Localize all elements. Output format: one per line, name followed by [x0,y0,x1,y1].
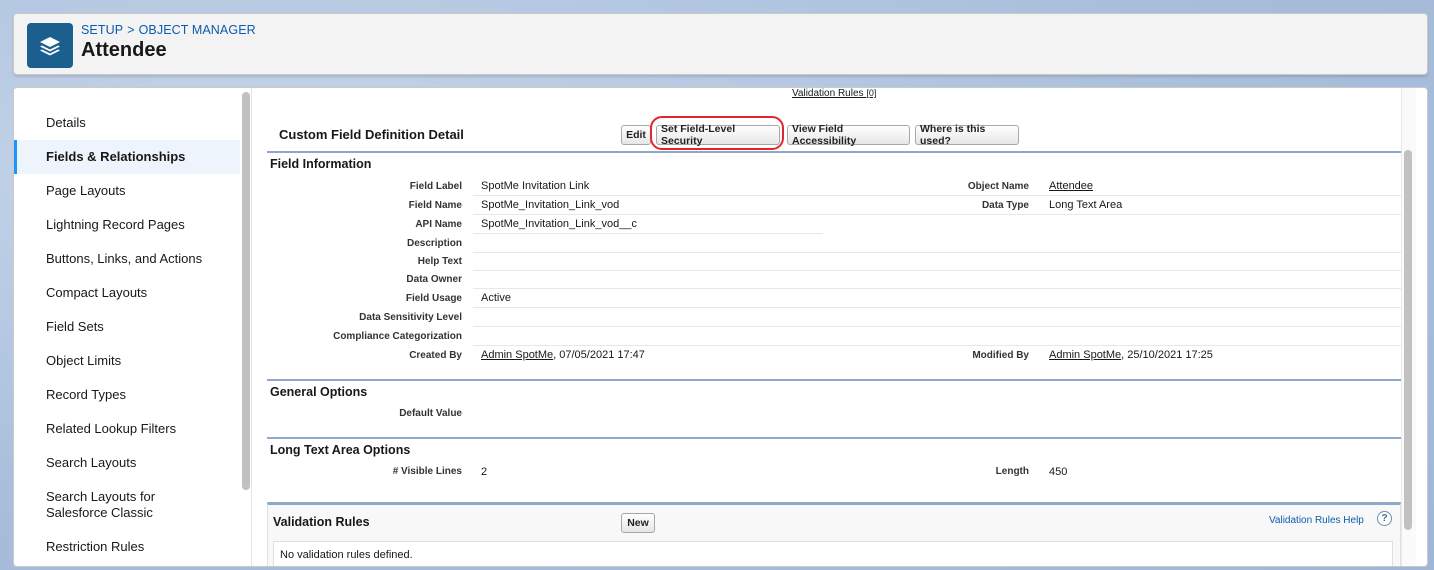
field-label-value: SpotMe Invitation Link [481,180,590,192]
section-divider [267,151,1403,153]
created-by-value: Admin SpotMe, 07/05/2021 17:47 [481,349,645,361]
sidebar-item-record-types[interactable]: Record Types [14,387,240,403]
modified-by-value: Admin SpotMe, 25/10/2021 17:25 [1049,349,1213,361]
long-text-options-heading: Long Text Area Options [270,443,411,457]
help-text-label: Help Text [417,256,462,267]
row-divider [473,270,1401,271]
validation-rules-link-label[interactable]: Validation Rules [792,88,864,99]
field-usage-value: Active [481,292,511,304]
modified-by-user-link[interactable]: Admin SpotMe [1049,349,1121,361]
modified-by-date: , 25/10/2021 17:25 [1121,349,1213,361]
data-owner-label: Data Owner [406,274,462,285]
view-field-accessibility-button[interactable]: View Field Accessibility [787,123,910,147]
object-manager-sidebar: Details Fields & Relationships Page Layo… [14,88,240,566]
sidebar-item-field-sets[interactable]: Field Sets [14,319,240,335]
validation-rules-help-link[interactable]: Validation Rules Help [1269,515,1364,526]
row-divider [473,288,1401,289]
breadcrumb-object-manager-link[interactable]: OBJECT MANAGER [139,23,256,37]
row-divider [473,326,1401,327]
breadcrumb-setup-link[interactable]: SETUP [81,23,123,37]
modified-by-label: Modified By [972,350,1029,361]
validation-rules-count: [0] [866,88,877,98]
field-usage-label: Field Usage [405,293,462,304]
row-divider [473,233,823,234]
sidebar-item-object-limits[interactable]: Object Limits [14,353,240,369]
sidebar-item-search-layouts[interactable]: Search Layouts [14,455,240,471]
description-label: Description [406,238,462,249]
row-divider [473,307,1401,308]
validation-rules-link[interactable]: Validation Rules [0] [792,88,876,99]
highlight-annotation [650,116,784,150]
sidebar-item-fields-relationships[interactable]: Fields & Relationships [14,140,240,174]
data-type-label: Data Type [981,200,1029,211]
created-by-user-link[interactable]: Admin SpotMe [481,349,553,361]
sidebar-divider [251,88,252,566]
data-sensitivity-label: Data Sensitivity Level [359,312,462,323]
row-divider [473,195,1401,196]
sidebar-scrollbar[interactable] [242,92,250,490]
row-divider [473,252,1401,253]
where-is-this-used-button[interactable]: Where is this used? [915,123,1019,147]
data-type-value: Long Text Area [1049,199,1123,211]
object-header: SETUP > OBJECT MANAGER Attendee [13,13,1428,75]
api-name-label: API Name [415,219,462,230]
field-information-heading: Field Information [270,157,372,171]
validation-rules-related-list: Validation Rules New Validation Rules He… [267,502,1401,566]
sidebar-item-compact-layouts[interactable]: Compact Layouts [14,285,240,301]
breadcrumb: SETUP > OBJECT MANAGER [81,23,256,37]
sidebar-item-details[interactable]: Details [14,115,240,131]
sidebar-item-lightning-record-pages[interactable]: Lightning Record Pages [14,217,240,233]
validation-rules-heading: Validation Rules [273,515,370,529]
row-divider [473,214,1401,215]
sidebar-item-search-layouts-classic[interactable]: Search Layouts for Salesforce Classic [14,489,184,521]
default-value-label: Default Value [399,408,462,419]
layers-icon [27,23,73,68]
field-name-value: SpotMe_Invitation_Link_vod [481,199,620,211]
edit-button[interactable]: Edit [621,125,651,145]
object-name-link[interactable]: Attendee [1049,180,1093,192]
visible-lines-label: # Visible Lines [392,466,462,477]
sidebar-item-page-layouts[interactable]: Page Layouts [14,183,240,199]
visible-lines-value: 2 [481,466,488,478]
object-name-label: Object Name [967,181,1029,192]
compliance-label: Compliance Categorization [333,331,462,342]
field-detail-content: Validation Rules [0] Custom Field Defini… [253,88,1403,566]
sidebar-item-restriction-rules[interactable]: Restriction Rules [14,539,240,555]
validation-rules-empty-message: No validation rules defined. [273,541,1393,566]
created-by-label: Created By [409,350,462,361]
detail-title: Custom Field Definition Detail [279,127,464,142]
main-panel: Details Fields & Relationships Page Layo… [13,87,1428,567]
length-value: 450 [1049,466,1068,478]
length-label: Length [995,466,1029,477]
new-validation-rule-button[interactable]: New [621,513,655,533]
sidebar-item-related-lookup-filters[interactable]: Related Lookup Filters [14,421,240,437]
field-label-label: Field Label [409,181,462,192]
section-divider [267,379,1403,381]
object-name-value[interactable]: Attendee [1049,180,1093,192]
field-name-label: Field Name [408,200,462,211]
created-by-date: , 07/05/2021 17:47 [553,349,645,361]
content-scrollbar[interactable] [1404,150,1412,530]
page-title: Attendee [81,39,167,61]
api-name-value: SpotMe_Invitation_Link_vod__c [481,218,637,230]
section-divider [267,437,1403,439]
general-options-heading: General Options [270,385,368,399]
breadcrumb-separator: > [127,23,135,37]
row-divider [473,345,1401,346]
sidebar-item-buttons-links-actions[interactable]: Buttons, Links, and Actions [14,251,240,267]
help-icon[interactable]: ? [1377,511,1392,526]
